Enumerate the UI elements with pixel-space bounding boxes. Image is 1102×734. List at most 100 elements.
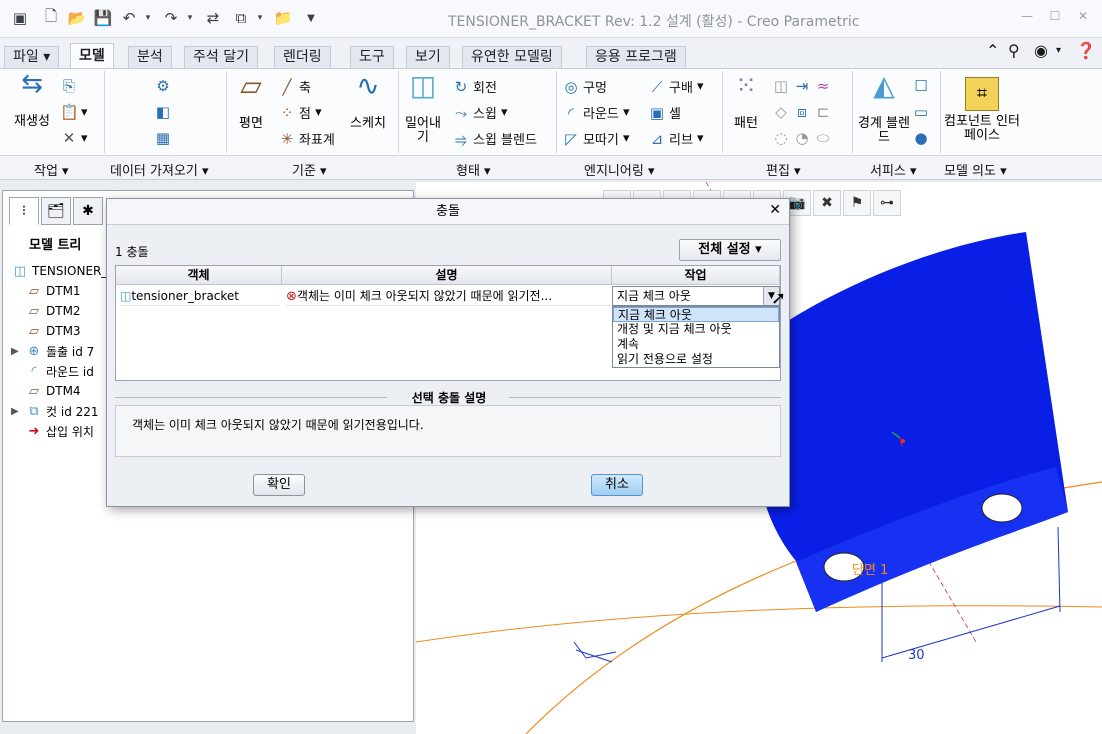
group-editing[interactable]: 편집 ▾ bbox=[766, 160, 801, 179]
favorites-tab-icon[interactable]: ✱ bbox=[73, 197, 103, 225]
action-combobox[interactable]: 지금 체크 아웃 ▼ bbox=[612, 286, 780, 306]
freestyle-icon[interactable]: ▭ bbox=[912, 103, 933, 121]
axis-button[interactable]: ╱ 축 bbox=[278, 77, 310, 97]
mirror-icon[interactable]: ◫ ⇥ ≈ bbox=[772, 77, 835, 95]
redo-dropdown-icon[interactable]: ▾ bbox=[184, 8, 196, 28]
column-header-description[interactable]: 설명 bbox=[282, 266, 612, 285]
group-surfaces[interactable]: 서피스 ▾ bbox=[870, 160, 917, 179]
tree-item-extrude[interactable]: ▶ ⊕ 돌출 id 7 bbox=[11, 341, 107, 361]
tab-tools[interactable]: 도구 bbox=[350, 46, 394, 68]
maximize-icon[interactable]: ☐ bbox=[1044, 9, 1066, 27]
redo-icon[interactable]: ↷ bbox=[160, 8, 182, 28]
column-header-object[interactable]: 객체 bbox=[116, 266, 282, 285]
group-datum[interactable]: 기준 ▾ bbox=[292, 160, 327, 179]
regenerate-button[interactable]: ⇆ 재생성 bbox=[10, 71, 54, 129]
swept-blend-button[interactable]: ⥤ 스윕 블렌드 bbox=[452, 129, 537, 149]
open-folder-icon[interactable]: 📂 bbox=[66, 8, 88, 28]
revolve-button[interactable]: ↻ 회전 bbox=[452, 77, 497, 97]
shrinkwrap-icon[interactable]: ▦ bbox=[154, 129, 175, 147]
copy-geometry-icon[interactable]: ◧ bbox=[154, 103, 175, 121]
fill-icon[interactable]: ☐ bbox=[912, 77, 933, 95]
user-defined-feature-icon[interactable]: ⚙ bbox=[154, 77, 175, 95]
paste-icon[interactable]: 📋 ▾ bbox=[60, 103, 88, 121]
tree-item-dtm4[interactable]: ▱ DTM4 bbox=[11, 381, 107, 401]
close-icon[interactable]: ✕ bbox=[1072, 9, 1094, 27]
community-icon[interactable]: ◉ bbox=[1034, 41, 1048, 60]
group-model-intent[interactable]: 모델 의도 ▾ bbox=[944, 160, 1007, 179]
conflict-table: 객체 설명 작업 ◫tensioner_bracket ⊗객체는 이미 체크 아… bbox=[115, 265, 781, 381]
tab-analysis[interactable]: 분석 bbox=[128, 46, 172, 68]
table-row-description[interactable]: ⊗객체는 이미 체크 아웃되지 않았기 때문에 읽기전... bbox=[286, 286, 610, 306]
round-button[interactable]: ◜ 라운드 ▾ bbox=[562, 103, 629, 123]
tree-item-round[interactable]: ◜ 라운드 id bbox=[11, 361, 107, 381]
merge-icon[interactable]: ◇ ⧈ ⊏ bbox=[772, 103, 835, 121]
tree-item-cut[interactable]: ▶ ⧉ 컷 id 221 bbox=[11, 401, 107, 421]
style-icon[interactable]: ● bbox=[912, 129, 933, 147]
option-revise-and-check-out[interactable]: 개정 및 지금 체크 아웃 bbox=[613, 322, 779, 337]
sketch-button[interactable]: ∿ 스케치 bbox=[346, 72, 390, 131]
tree-item-dtm3[interactable]: ▱ DTM3 bbox=[11, 321, 107, 341]
chamfer-button[interactable]: ◸ 모따기 ▾ bbox=[562, 129, 629, 149]
close-window-icon[interactable]: 📁 bbox=[272, 8, 294, 28]
table-row-object[interactable]: ◫tensioner_bracket bbox=[120, 286, 280, 306]
draft-button[interactable]: ⟋ 구배 ▾ bbox=[648, 77, 704, 97]
model-tree-tab-icon[interactable]: ⁝ bbox=[9, 197, 39, 225]
group-operations[interactable]: 작업 ▾ bbox=[34, 160, 69, 179]
tab-model[interactable]: 모델 bbox=[70, 43, 114, 69]
tree-item-insert-here[interactable]: ➜ 삽입 위치 bbox=[11, 421, 107, 441]
point-button[interactable]: ⁘ 점 ▾ bbox=[278, 103, 322, 123]
tab-applications[interactable]: 응용 프로그램 bbox=[586, 46, 686, 68]
group-shapes[interactable]: 형태 ▾ bbox=[456, 160, 491, 179]
undo-dropdown-icon[interactable]: ▾ bbox=[142, 8, 154, 28]
tab-view[interactable]: 보기 bbox=[406, 46, 450, 68]
datum-display-icon[interactable]: ✖ bbox=[813, 190, 841, 216]
save-icon[interactable]: 💾 bbox=[92, 8, 114, 28]
spin-center-icon[interactable]: ⊶ bbox=[873, 190, 901, 216]
undo-icon[interactable]: ↶ bbox=[118, 8, 140, 28]
annotation-display-icon[interactable]: ⚑ bbox=[843, 190, 871, 216]
tab-file[interactable]: 파일 ▾ bbox=[4, 46, 60, 68]
pattern-button[interactable]: ⁙ 패턴 bbox=[726, 73, 766, 131]
customize-toolbar-icon[interactable]: ▼ bbox=[304, 8, 318, 28]
coordsys-button[interactable]: ✳ 좌표계 bbox=[278, 129, 335, 149]
tree-item-root[interactable]: ◫ TENSIONER_ bbox=[11, 261, 108, 281]
copy-icon[interactable]: ⎘ bbox=[60, 77, 81, 95]
set-all-button[interactable]: 전체 설정 ▾ bbox=[679, 239, 781, 261]
rib-button[interactable]: ⊿ 리브 ▾ bbox=[648, 129, 704, 149]
search-icon[interactable]: ⚲ bbox=[1008, 41, 1020, 60]
new-file-icon[interactable]: 🗋 bbox=[40, 7, 62, 28]
option-continue[interactable]: 계속 bbox=[613, 337, 779, 352]
group-engineering[interactable]: 엔지니어링 ▾ bbox=[584, 160, 654, 179]
option-check-out-now[interactable]: 지금 체크 아웃 bbox=[613, 307, 779, 322]
collapse-ribbon-icon[interactable]: ⌃ bbox=[986, 41, 999, 60]
regenerate-quick-icon[interactable]: ⇄ bbox=[202, 8, 224, 28]
windows-dropdown-icon[interactable]: ▾ bbox=[254, 8, 266, 28]
tab-annotate[interactable]: 주석 달기 bbox=[184, 46, 258, 68]
dialog-close-icon[interactable]: ✕ bbox=[769, 202, 781, 218]
delete-icon[interactable]: ✕ ▾ bbox=[60, 129, 88, 147]
component-interface-button[interactable]: ⌗ 컴포넌트 인터페이스 bbox=[944, 77, 1020, 143]
option-make-read-only[interactable]: 읽기 전용으로 설정 bbox=[613, 352, 779, 367]
tree-item-dtm2[interactable]: ▱ DTM2 bbox=[11, 301, 107, 321]
column-header-action[interactable]: 작업 bbox=[612, 266, 780, 285]
model-tree: ◫ TENSIONER_ ▱ DTM1 ▱ DTM2 ▱ DTM3 ▶ ⊕ 돌출 id 7 … bbox=[11, 261, 107, 441]
tab-flexible-modeling[interactable]: 유연한 모델링 bbox=[462, 46, 562, 68]
plane-button[interactable]: ▱ 평면 bbox=[232, 72, 270, 131]
windows-icon[interactable]: ⧉ bbox=[230, 8, 252, 28]
folder-browser-tab-icon[interactable]: 🗂 bbox=[41, 197, 71, 225]
help-icon[interactable]: ❓ bbox=[1076, 41, 1096, 60]
shell-button[interactable]: ▣ 셸 bbox=[648, 103, 681, 123]
tab-render[interactable]: 렌더링 bbox=[274, 46, 331, 68]
boundary-blend-button[interactable]: ◭ 경계 블렌드 bbox=[856, 72, 912, 145]
ok-button[interactable]: 확인 bbox=[253, 474, 305, 496]
sweep-button[interactable]: ⤳ 스윕 ▾ bbox=[452, 103, 508, 123]
community-dropdown-icon[interactable]: ▾ bbox=[1056, 45, 1061, 56]
tree-item-dtm1[interactable]: ▱ DTM1 bbox=[11, 281, 107, 301]
thicken-icon[interactable]: ◌ ◔ ⬭ bbox=[772, 129, 835, 147]
extrude-button[interactable]: ◫ 밀어내기 bbox=[400, 72, 446, 145]
cancel-button[interactable]: 취소 bbox=[591, 474, 643, 496]
group-get-data[interactable]: 데이터 가져오기 ▾ bbox=[110, 160, 209, 179]
minimize-icon[interactable]: — bbox=[1016, 9, 1038, 27]
dimension-label: 30 bbox=[908, 648, 925, 663]
hole-button[interactable]: ◎ 구멍 bbox=[562, 77, 606, 97]
